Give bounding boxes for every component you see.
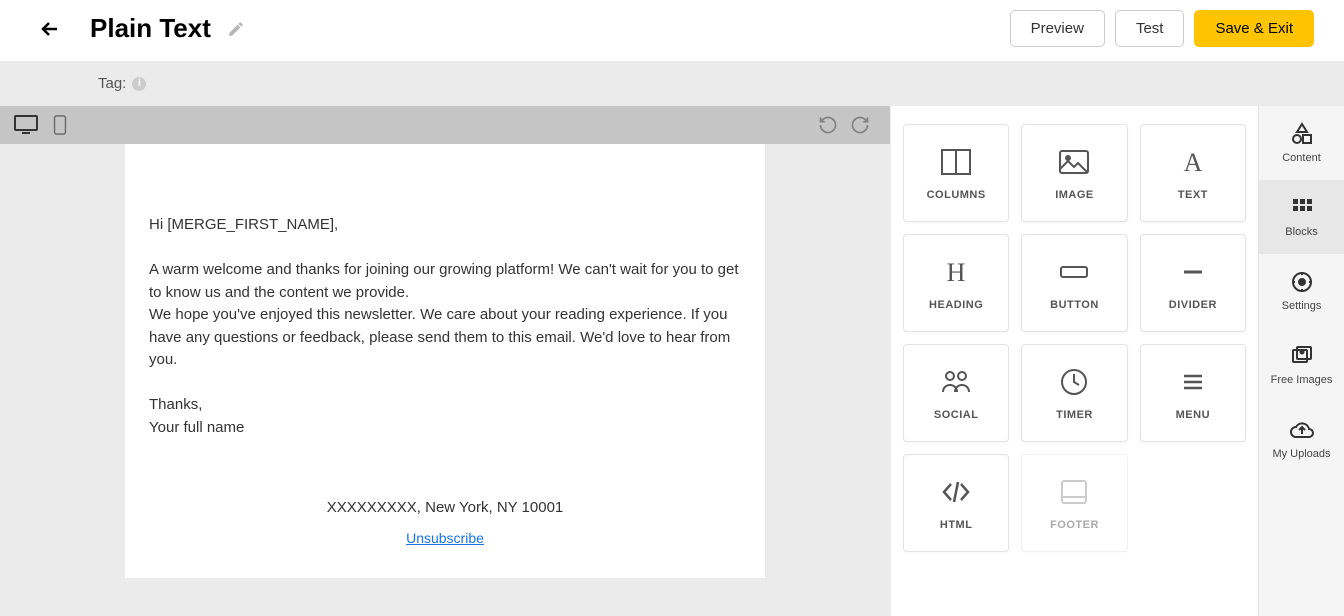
- block-label: DIVIDER: [1169, 299, 1217, 311]
- block-timer[interactable]: TIMER: [1021, 344, 1127, 442]
- preview-button[interactable]: Preview: [1010, 10, 1105, 47]
- block-label: TIMER: [1056, 409, 1093, 421]
- block-label: HTML: [940, 519, 973, 531]
- info-icon[interactable]: i: [132, 77, 146, 91]
- pencil-icon[interactable]: [227, 20, 245, 38]
- canvas-scroll[interactable]: Hi [MERGE_FIRST_NAME], A warm welcome an…: [0, 144, 890, 616]
- block-label: TEXT: [1178, 189, 1208, 201]
- rail-label: Free Images: [1271, 374, 1333, 386]
- block-label: FOOTER: [1050, 519, 1099, 531]
- email-thanks: Thanks,: [149, 394, 741, 417]
- block-label: IMAGE: [1055, 189, 1094, 201]
- unsubscribe-link[interactable]: Unsubscribe: [406, 530, 484, 546]
- block-menu[interactable]: MENU: [1140, 344, 1246, 442]
- heading-icon: H: [939, 255, 973, 289]
- rail-my-uploads[interactable]: My Uploads: [1259, 402, 1344, 476]
- svg-text:A: A: [1183, 148, 1202, 177]
- save-exit-button[interactable]: Save & Exit: [1194, 10, 1314, 47]
- header: Plain Text Preview Test Save & Exit: [0, 0, 1344, 61]
- social-icon: [939, 365, 973, 399]
- blocks-panel: COLUMNS IMAGE A TEXT H HEADING BUTTON DI…: [890, 106, 1258, 616]
- text-icon: A: [1176, 145, 1210, 179]
- block-button[interactable]: BUTTON: [1021, 234, 1127, 332]
- block-columns[interactable]: COLUMNS: [903, 124, 1009, 222]
- rail-label: Settings: [1282, 300, 1322, 312]
- block-footer: FOOTER: [1021, 454, 1127, 552]
- html-icon: [939, 475, 973, 509]
- back-arrow-icon[interactable]: [38, 17, 62, 41]
- email-greeting: Hi [MERGE_FIRST_NAME],: [149, 214, 741, 237]
- timer-icon: [1057, 365, 1091, 399]
- rail-content[interactable]: Content: [1259, 106, 1344, 180]
- tag-bar: Tag: i: [0, 61, 1344, 106]
- block-html[interactable]: HTML: [903, 454, 1009, 552]
- workspace: Hi [MERGE_FIRST_NAME], A warm welcome an…: [0, 106, 1344, 616]
- mobile-icon[interactable]: [48, 115, 72, 135]
- undo-icon[interactable]: [818, 115, 838, 135]
- block-heading[interactable]: H HEADING: [903, 234, 1009, 332]
- block-social[interactable]: SOCIAL: [903, 344, 1009, 442]
- block-text[interactable]: A TEXT: [1140, 124, 1246, 222]
- menu-icon: [1176, 365, 1210, 399]
- columns-icon: [939, 145, 973, 179]
- block-label: HEADING: [929, 299, 983, 311]
- email-paragraph-1: A warm welcome and thanks for joining ou…: [149, 259, 741, 304]
- email-unsubscribe: Unsubscribe: [149, 530, 741, 548]
- divider-icon: [1176, 255, 1210, 289]
- rail-free-images[interactable]: Free Images: [1259, 328, 1344, 402]
- rail-label: Blocks: [1285, 226, 1317, 238]
- side-rail: Content Blocks Settings Free Images My U…: [1258, 106, 1344, 616]
- rail-blocks[interactable]: Blocks: [1259, 180, 1344, 254]
- email-text-block[interactable]: Hi [MERGE_FIRST_NAME], A warm welcome an…: [149, 214, 741, 439]
- rail-label: Content: [1282, 152, 1321, 164]
- image-icon: [1057, 145, 1091, 179]
- page-title: Plain Text: [90, 13, 211, 44]
- block-label: COLUMNS: [927, 189, 986, 201]
- blocks-icon: [1290, 196, 1314, 220]
- email-paragraph-2: We hope you've enjoyed this newsletter. …: [149, 304, 741, 372]
- block-image[interactable]: IMAGE: [1021, 124, 1127, 222]
- free-images-icon: [1290, 344, 1314, 368]
- email-body[interactable]: Hi [MERGE_FIRST_NAME], A warm welcome an…: [125, 144, 765, 578]
- canvas-toolbar: [0, 106, 890, 144]
- content-icon: [1290, 122, 1314, 146]
- block-divider[interactable]: DIVIDER: [1140, 234, 1246, 332]
- block-label: SOCIAL: [934, 409, 979, 421]
- redo-icon[interactable]: [850, 115, 870, 135]
- uploads-icon: [1290, 418, 1314, 442]
- canvas-area: Hi [MERGE_FIRST_NAME], A warm welcome an…: [0, 106, 890, 616]
- test-button[interactable]: Test: [1115, 10, 1185, 47]
- email-signature: Your full name: [149, 417, 741, 440]
- svg-text:H: H: [947, 258, 966, 287]
- button-icon: [1057, 255, 1091, 289]
- rail-label: My Uploads: [1272, 448, 1330, 460]
- block-label: MENU: [1176, 409, 1210, 421]
- settings-icon: [1290, 270, 1314, 294]
- rail-settings[interactable]: Settings: [1259, 254, 1344, 328]
- tag-label: Tag:: [98, 75, 126, 92]
- footer-icon: [1057, 475, 1091, 509]
- block-label: BUTTON: [1050, 299, 1099, 311]
- desktop-icon[interactable]: [14, 115, 38, 135]
- email-address: XXXXXXXXX, New York, NY 10001: [149, 499, 741, 516]
